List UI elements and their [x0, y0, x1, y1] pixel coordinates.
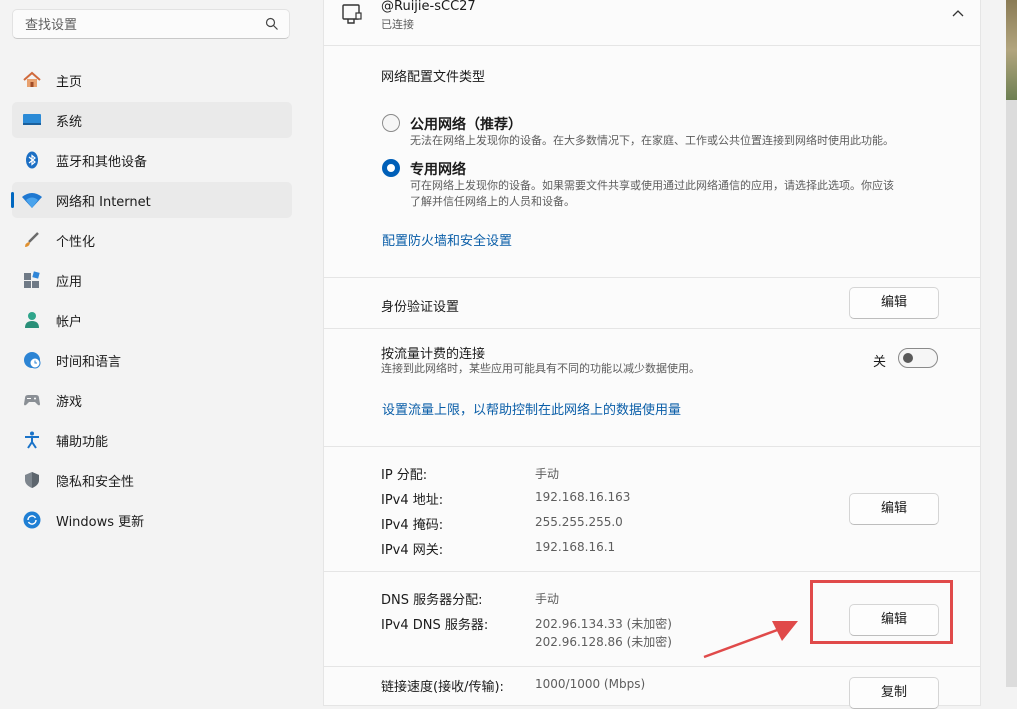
ip-row-value: 192.168.16.1 — [535, 540, 616, 554]
sidebar-item-home[interactable]: 主页 — [12, 62, 292, 98]
private-network-desc-2: 了解并信任网络上的人员和设备。 — [410, 195, 575, 208]
metered-section: 按流量计费的连接 连接到此网络时，某些应用可能具有不同的功能以减少数据使用。 关… — [323, 328, 981, 447]
sidebar: 主页 系统 蓝牙和其他设备 网络和 Internet 个性化 — [0, 0, 305, 687]
sidebar-nav: 主页 系统 蓝牙和其他设备 网络和 Internet 个性化 应用 帐户 时间和… — [11, 62, 292, 542]
ip-row-value: 255.255.255.0 — [535, 515, 623, 529]
sidebar-item-accessibility[interactable]: 辅助功能 — [12, 422, 292, 458]
metered-desc: 连接到此网络时，某些应用可能具有不同的功能以减少数据使用。 — [381, 362, 700, 375]
brush-icon — [21, 229, 43, 251]
ip-row-label: IPv4 网关: — [381, 543, 444, 558]
ip-row-label: IPv4 掩码: — [381, 518, 444, 533]
sidebar-item-label: 隐私和安全性 — [56, 474, 135, 490]
sidebar-item-label: 网络和 Internet — [56, 194, 151, 210]
sidebar-item-label: 应用 — [56, 274, 83, 290]
bluetooth-icon — [21, 149, 43, 171]
sidebar-item-personalization[interactable]: 个性化 — [12, 222, 292, 258]
system-icon — [21, 109, 43, 131]
ip-row-label: IP 分配: — [381, 468, 428, 483]
sidebar-item-label: Windows 更新 — [56, 514, 145, 530]
metered-toggle[interactable] — [898, 348, 938, 368]
sidebar-item-label: 时间和语言 — [56, 354, 122, 370]
sidebar-item-gaming[interactable]: 游戏 — [12, 382, 292, 418]
background-window-edge — [1006, 0, 1017, 687]
connection-name: @Ruijie-sCC27 — [381, 0, 476, 14]
apps-icon — [21, 269, 43, 291]
wifi-icon — [21, 189, 43, 211]
update-icon — [21, 509, 43, 531]
globe-clock-icon — [21, 349, 43, 371]
copy-button[interactable]: 复制 — [849, 677, 939, 709]
public-network-radio[interactable] — [382, 114, 400, 132]
ethernet-icon — [342, 4, 362, 24]
auth-edit-button[interactable]: 编辑 — [849, 287, 939, 319]
dns-server-label: IPv4 DNS 服务器: — [381, 618, 489, 633]
link-speed-label: 链接速度(接收/传输): — [381, 680, 504, 695]
background-image — [1006, 0, 1017, 100]
ip-section: IP 分配: 手动 IPv4 地址: 192.168.16.163 IPv4 掩… — [323, 446, 981, 572]
sidebar-item-label: 蓝牙和其他设备 — [56, 154, 148, 170]
dns-assign-label: DNS 服务器分配: — [381, 593, 483, 608]
sidebar-item-system[interactable]: 系统 — [12, 102, 292, 138]
sidebar-item-label: 游戏 — [56, 394, 83, 410]
home-icon — [21, 69, 43, 91]
auth-label: 身份验证设置 — [381, 300, 460, 315]
search-icon[interactable] — [265, 17, 279, 31]
firewall-settings-link[interactable]: 配置防火墙和安全设置 — [382, 230, 512, 249]
accessibility-icon — [21, 429, 43, 451]
sidebar-item-accounts[interactable]: 帐户 — [12, 302, 292, 338]
sidebar-item-time-language[interactable]: 时间和语言 — [12, 342, 292, 378]
chevron-up-icon[interactable] — [951, 9, 965, 19]
sidebar-item-privacy[interactable]: 隐私和安全性 — [12, 462, 292, 498]
sidebar-item-apps[interactable]: 应用 — [12, 262, 292, 298]
sidebar-item-label: 主页 — [56, 74, 83, 90]
ip-row-label: IPv4 地址: — [381, 493, 444, 508]
gamepad-icon — [21, 389, 43, 411]
dns-assign-value: 手动 — [535, 592, 560, 606]
public-network-label[interactable]: 公用网络（推荐） — [410, 114, 522, 134]
account-icon — [21, 309, 43, 331]
private-network-label[interactable]: 专用网络 — [410, 159, 466, 179]
link-speed-value: 1000/1000 (Mbps) — [535, 677, 646, 691]
ip-edit-button[interactable]: 编辑 — [849, 493, 939, 525]
selection-indicator — [11, 192, 14, 208]
highlight-box — [810, 580, 953, 644]
sidebar-item-label: 帐户 — [56, 314, 83, 330]
auth-section: 身份验证设置 编辑 — [323, 277, 981, 329]
connection-status: 已连接 — [381, 18, 414, 31]
profile-heading: 网络配置文件类型 — [381, 70, 486, 85]
private-network-desc: 可在网络上发现你的设备。如果需要文件共享或使用通过此网络通信的应用，请选择此选项… — [410, 179, 894, 192]
search-input[interactable] — [23, 15, 257, 35]
private-network-radio[interactable] — [382, 159, 400, 177]
ip-row-value: 手动 — [535, 467, 560, 481]
ip-row-value: 192.168.16.163 — [535, 490, 631, 504]
metered-label: 按流量计费的连接 — [381, 347, 486, 362]
search-box[interactable] — [12, 9, 290, 39]
sidebar-item-label: 辅助功能 — [56, 434, 109, 450]
sidebar-item-bluetooth[interactable]: 蓝牙和其他设备 — [12, 142, 292, 178]
dns-server-2: 202.96.128.86 (未加密) — [535, 635, 672, 649]
public-network-desc: 无法在网络上发现你的设备。在大多数情况下，在家庭、工作或公共位置连接到网络时使用… — [410, 134, 894, 147]
data-limit-link[interactable]: 设置流量上限，以帮助控制在此网络上的数据使用量 — [382, 399, 681, 418]
sidebar-item-label: 个性化 — [56, 234, 96, 250]
connection-header[interactable]: @Ruijie-sCC27 已连接 — [323, 0, 981, 46]
sidebar-item-network[interactable]: 网络和 Internet — [11, 182, 292, 218]
metered-toggle-state: 关 — [873, 355, 887, 370]
sidebar-item-windows-update[interactable]: Windows 更新 — [12, 502, 292, 538]
profile-section: 网络配置文件类型 公用网络（推荐） 无法在网络上发现你的设备。在大多数情况下，在… — [323, 46, 981, 278]
annotation-arrow — [703, 621, 798, 659]
link-speed-section: 链接速度(接收/传输): 1000/1000 (Mbps) 复制 — [323, 666, 981, 709]
dns-server-1: 202.96.134.33 (未加密) — [535, 617, 672, 631]
toggle-knob — [903, 353, 913, 363]
shield-icon — [21, 469, 43, 491]
sidebar-item-label: 系统 — [56, 114, 83, 130]
